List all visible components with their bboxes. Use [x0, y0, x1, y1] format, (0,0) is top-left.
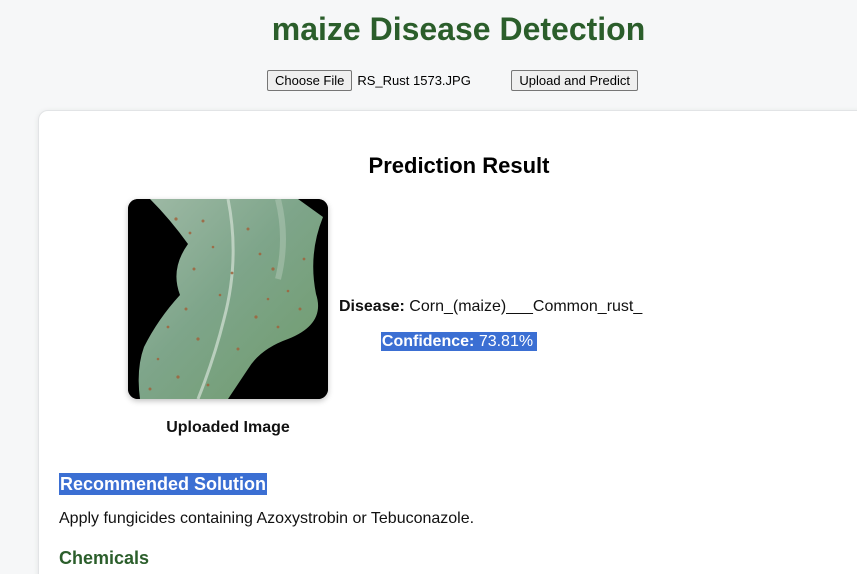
- confidence-line: Confidence: 73.81%: [380, 332, 538, 351]
- disease-line: Disease: Corn_(maize)___Common_rust_: [339, 298, 642, 316]
- upload-form: Choose File RS_Rust 1573.JPG Upload and …: [267, 69, 638, 91]
- choose-file-button[interactable]: Choose File: [267, 69, 353, 91]
- result-title: Prediction Result: [368, 153, 550, 178]
- uploaded-leaf-image: [128, 199, 328, 399]
- image-caption: Uploaded Image: [166, 419, 290, 436]
- selected-file-name: RS_Rust 1573.JPG: [357, 72, 471, 88]
- app-title: maize Disease Detection: [271, 11, 646, 47]
- chemicals-heading: Chemicals: [59, 548, 150, 568]
- result-card: Prediction Result Uploaded Image Disease…: [38, 110, 857, 574]
- recommended-solution-heading: Recommended Solution: [59, 473, 268, 495]
- leaf-picture: [128, 199, 328, 399]
- disease-value: Corn_(maize)___Common_rust_: [409, 298, 643, 315]
- solution-text: Apply fungicides containing Azoxystrobin…: [59, 510, 475, 527]
- confidence-wrap: Confidence: 73.81%: [339, 332, 579, 351]
- disease-label: Disease:: [339, 298, 405, 315]
- confidence-label: Confidence:: [381, 333, 475, 350]
- app-page: maize Disease Detection Choose File RS_R…: [0, 0, 857, 574]
- upload-predict-button[interactable]: Upload and Predict: [511, 69, 638, 91]
- prediction-info: Disease: Corn_(maize)___Common_rust_ Con…: [339, 298, 642, 351]
- confidence-value: 73.81%: [478, 333, 534, 350]
